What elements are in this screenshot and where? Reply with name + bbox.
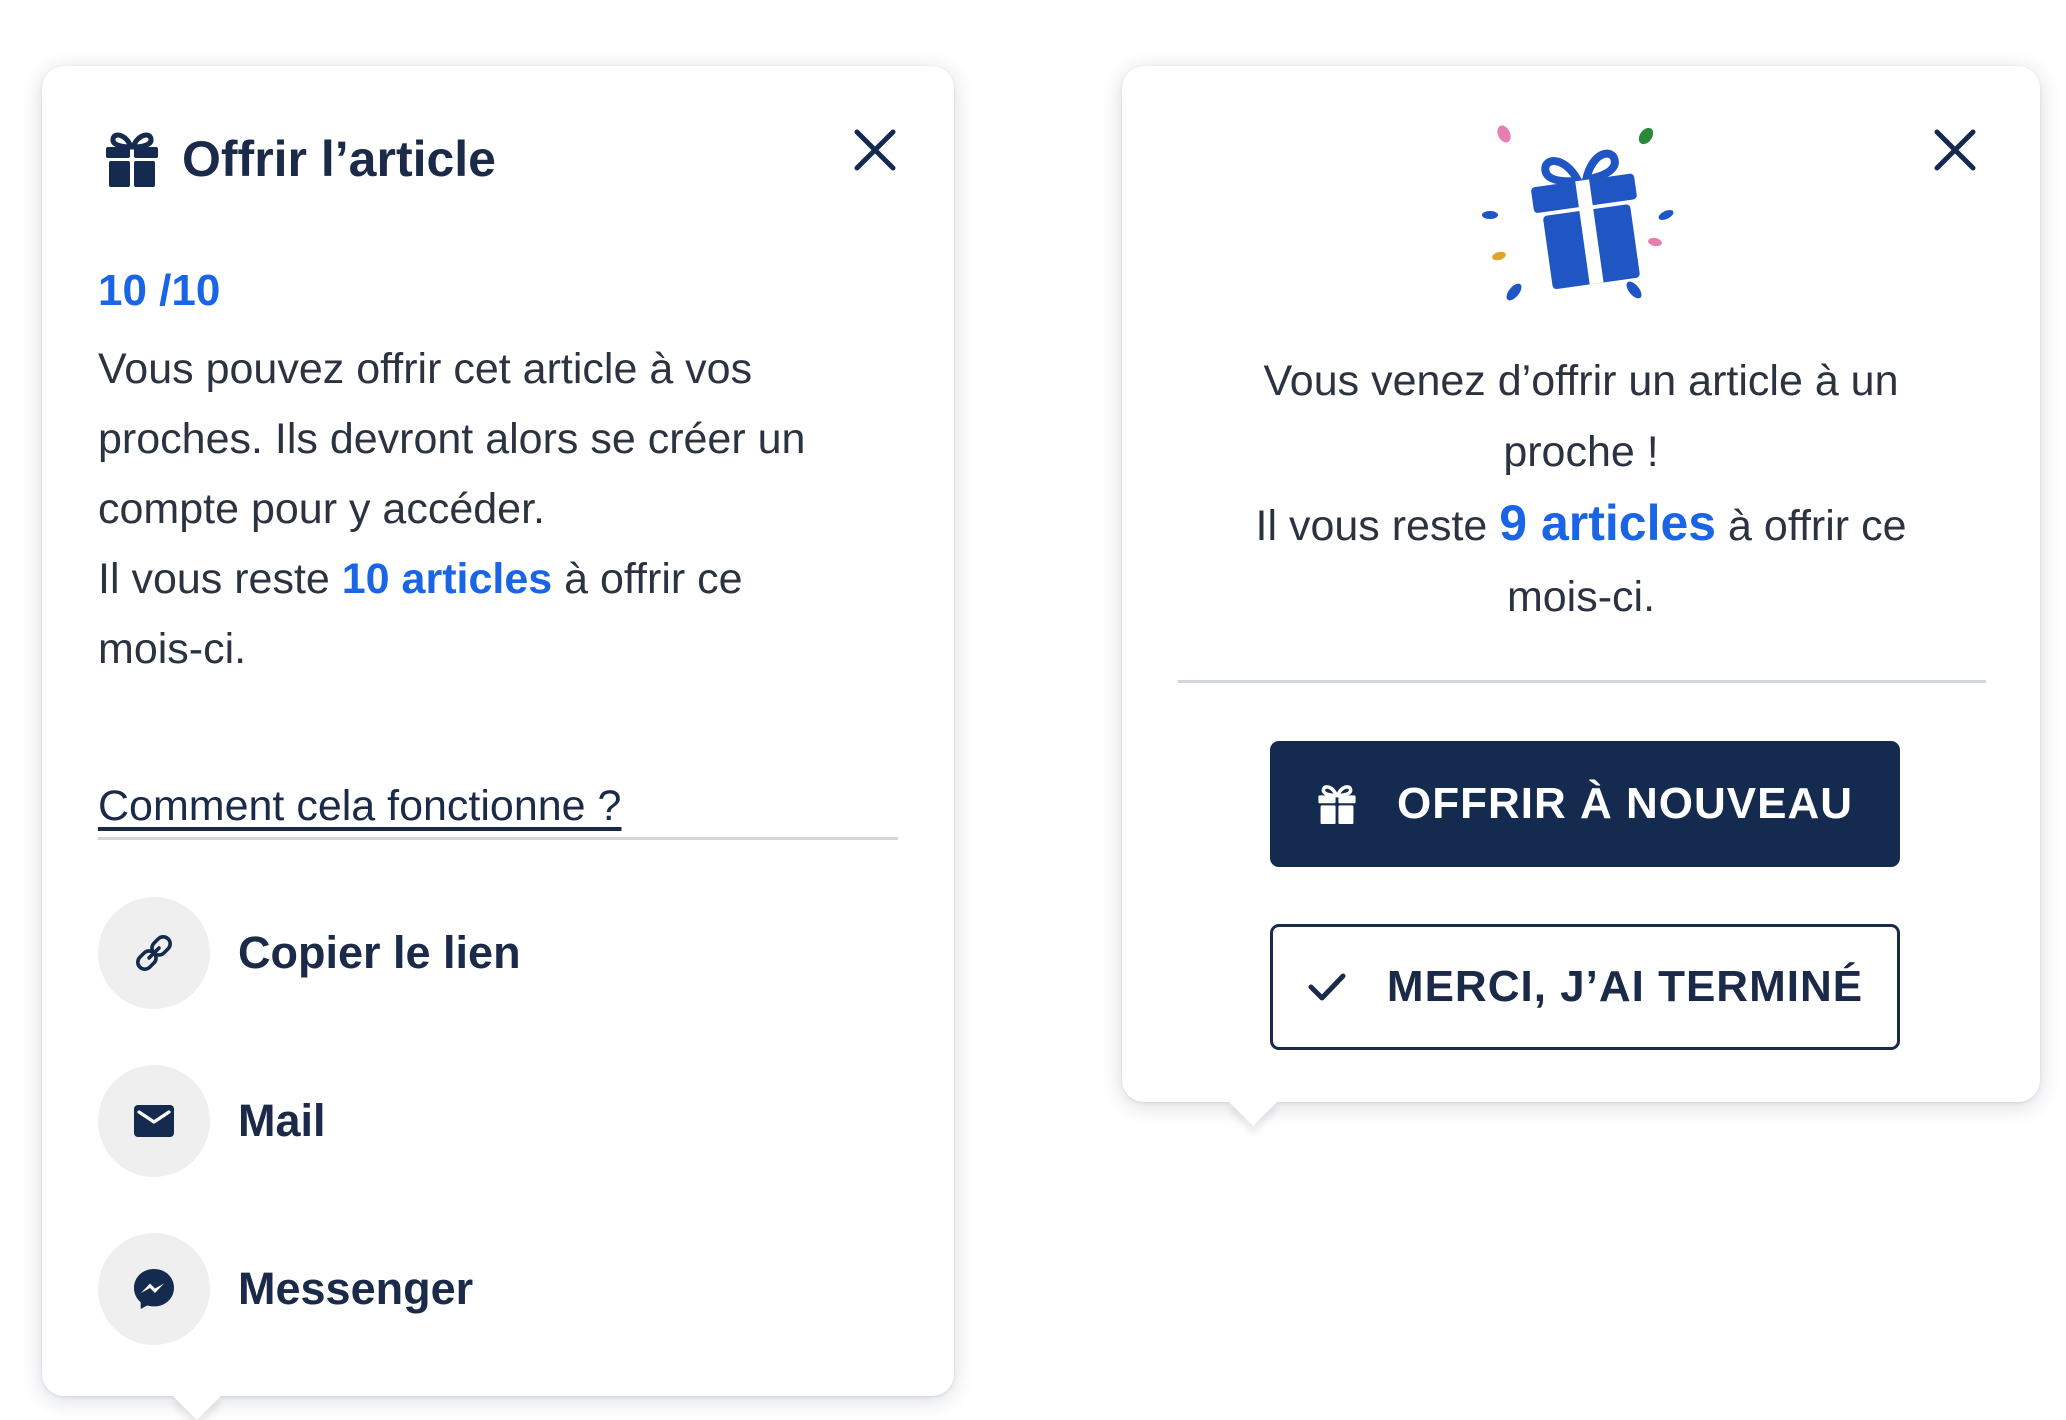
gift-article-popover: Offrir l’article 10 /10 Vous pouvez offr…: [42, 66, 954, 1420]
share-option-label: Mail: [238, 1095, 326, 1146]
stage: Offrir l’article 10 /10 Vous pouvez offr…: [0, 0, 2066, 1420]
offer-again-button[interactable]: OFFRIR À NOUVEAU: [1270, 741, 1900, 867]
share-copy-link-button[interactable]: Copier le lien: [98, 897, 521, 1009]
share-messenger-button[interactable]: Messenger: [98, 1233, 473, 1345]
icon-circle: [98, 1233, 210, 1345]
divider: [98, 837, 898, 840]
close-button[interactable]: [847, 122, 903, 178]
confirmation-line: proche !: [1503, 428, 1659, 476]
done-button[interactable]: MERCI, J’AI TERMINÉ: [1270, 924, 1900, 1050]
remaining-prefix: Il vous reste: [98, 555, 342, 603]
gift-celebration-icon: [1482, 125, 1674, 301]
remaining-prefix: Il vous reste: [1255, 502, 1500, 550]
icon-circle: [98, 1065, 210, 1177]
gift-counter: 10 /10: [98, 266, 221, 315]
gift-description: Vous pouvez offrir cet article à vos pro…: [98, 334, 898, 684]
close-icon: [1934, 129, 1976, 171]
gift-icon: [1317, 783, 1357, 825]
check-icon: [1307, 972, 1347, 1002]
button-label: OFFRIR À NOUVEAU: [1397, 779, 1853, 828]
close-button[interactable]: [1927, 122, 1983, 178]
link-icon: [136, 935, 172, 971]
remaining-line: Il vous reste 10 articles à offrir ce: [98, 544, 898, 614]
popover-caret: [1228, 1077, 1278, 1127]
remaining-line: Il vous reste 9 articles à offrir ce: [1177, 488, 1985, 562]
icon-circle: [98, 897, 210, 1009]
close-icon: [854, 129, 896, 171]
description-line: compte pour y accéder.: [98, 485, 545, 533]
remaining-suffix: à offrir ce: [1716, 502, 1907, 550]
mail-icon: [134, 1105, 174, 1137]
description-line: Vous pouvez offrir cet article à vos: [98, 345, 753, 393]
remaining-line-end: mois-ci.: [98, 625, 247, 673]
gift-icon: [106, 132, 158, 187]
gift-confirmation-popover: Vous venez d’offrir un article à un proc…: [1122, 66, 2040, 1127]
remaining-count: 9 articles: [1499, 495, 1717, 551]
popover-header: Offrir l’article: [104, 130, 496, 188]
confirmation-line: Vous venez d’offrir un article à un: [1263, 357, 1899, 405]
divider: [1178, 680, 1986, 683]
share-mail-button[interactable]: Mail: [98, 1065, 326, 1177]
button-label: MERCI, J’AI TERMINÉ: [1386, 962, 1864, 1011]
remaining-suffix: à offrir ce: [552, 555, 743, 603]
remaining-count: 10 articles: [341, 555, 553, 603]
how-it-works-link[interactable]: Comment cela fonctionne ?: [98, 782, 621, 831]
confirmation-message: Vous venez d’offrir un article à un proc…: [1177, 346, 1985, 633]
popover-title: Offrir l’article: [182, 131, 496, 187]
remaining-line-end: mois-ci.: [1506, 573, 1656, 621]
description-line: proches. Ils devront alors se créer un: [98, 415, 806, 463]
popover-caret: [172, 1371, 222, 1420]
share-option-label: Messenger: [238, 1263, 474, 1314]
messenger-icon: [134, 1269, 174, 1309]
share-option-label: Copier le lien: [238, 927, 521, 978]
